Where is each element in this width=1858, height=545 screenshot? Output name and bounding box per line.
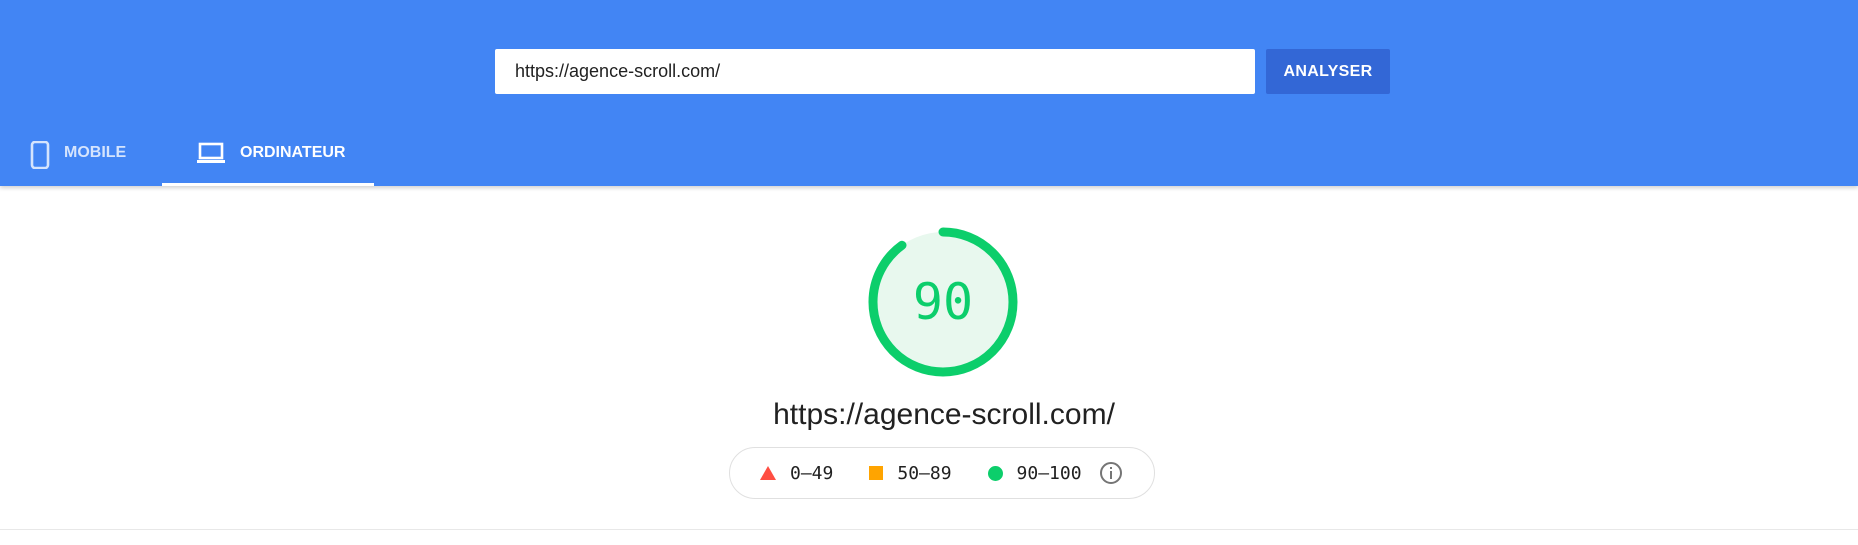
- info-icon[interactable]: [1099, 461, 1123, 485]
- smartphone-icon: [30, 140, 50, 174]
- tab-mobile-label: MOBILE: [64, 144, 127, 161]
- page-url: https://agence-scroll.com/: [773, 398, 1115, 431]
- tab-desktop-label: ORDINATEUR: [240, 144, 346, 161]
- laptop-icon: [196, 141, 226, 170]
- triangle-icon: [760, 466, 776, 480]
- search-form: ANALYSER: [495, 49, 1390, 94]
- device-tabs: MOBILE ORDINATEUR: [0, 126, 374, 186]
- legend-range-fail: 0–49: [790, 462, 834, 484]
- section-divider: [0, 529, 1858, 530]
- header-bar: ANALYSER MOBILE ORDINATEUR: [0, 0, 1858, 186]
- score-gauge: 90: [867, 226, 1019, 378]
- circle-icon: [987, 465, 1003, 481]
- square-icon: [869, 466, 884, 480]
- score-legend: 0–49 50–89 90–100: [729, 447, 1155, 499]
- legend-item-average: 50–89: [869, 462, 952, 484]
- report-main: 90 https://agence-scroll.com/ 0–49 50–89…: [0, 186, 1858, 545]
- selected-tab-indicator: [162, 183, 374, 186]
- legend-item-pass: 90–100: [987, 462, 1082, 484]
- legend-range-average: 50–89: [897, 462, 952, 484]
- legend-range-pass: 90–100: [1016, 462, 1082, 484]
- url-input[interactable]: [495, 49, 1255, 94]
- score-value: 90: [912, 273, 974, 331]
- tab-mobile[interactable]: MOBILE: [0, 126, 162, 186]
- legend-item-fail: 0–49: [760, 463, 833, 484]
- tab-desktop[interactable]: ORDINATEUR: [162, 126, 374, 186]
- analyze-button[interactable]: ANALYSER: [1266, 49, 1390, 94]
